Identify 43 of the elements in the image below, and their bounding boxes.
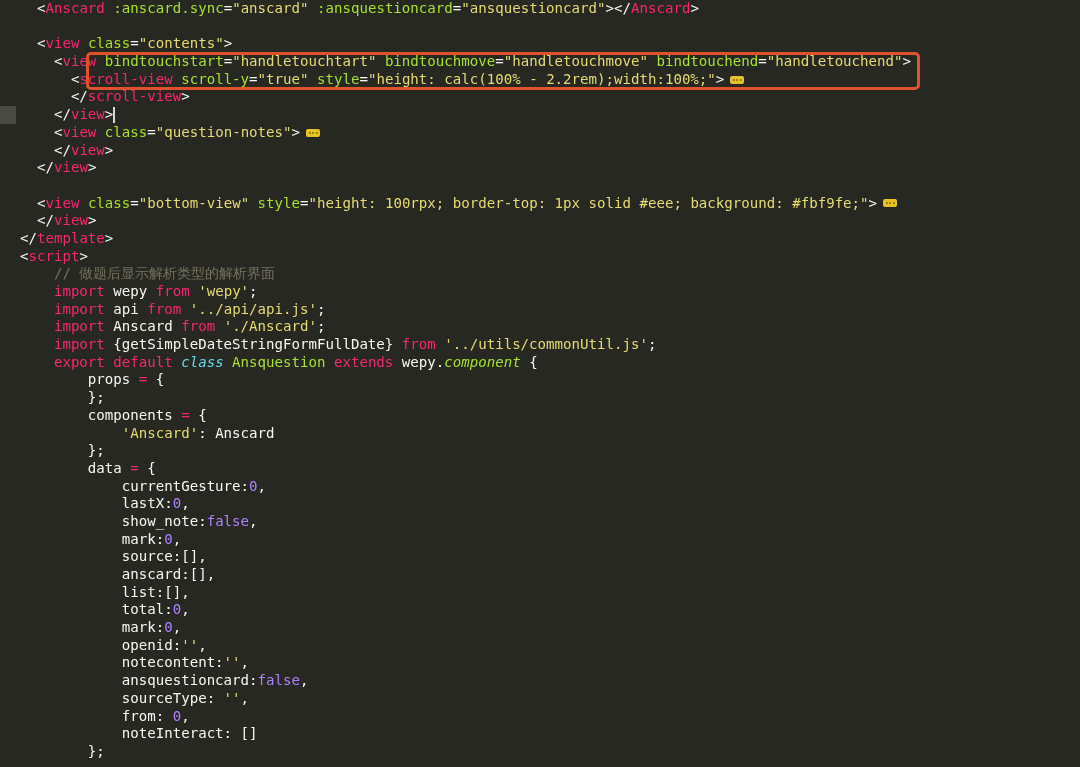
code-line: export default class Ansquestion extends wepy.component { <box>53 353 538 372</box>
code-line: }; <box>87 389 105 407</box>
code-line: </scroll-view> <box>70 88 190 107</box>
code-line: import api from '../api/api.js'; <box>53 300 326 319</box>
code-line: import Anscard from './Anscard'; <box>53 318 326 337</box>
fold-ellipsis-icon[interactable] <box>306 128 321 137</box>
text-cursor <box>113 106 115 123</box>
code-line: show_note:false, <box>121 512 258 531</box>
code-line: <Anscard :anscard.sync="anscard" :ansquestioncard="ansquestioncard"></Anscard> <box>36 0 699 18</box>
code-line: list:[], <box>121 583 190 602</box>
code-line: <script> <box>19 247 88 266</box>
code-line: mark:0, <box>121 619 182 637</box>
code-line: import wepy from 'wepy'; <box>53 283 258 301</box>
code-line: </view> <box>36 159 97 177</box>
code-line: // 做题后显示解析类型的解析界面 <box>53 265 276 283</box>
code-line: source:[], <box>121 548 207 566</box>
code-line: }; <box>87 442 105 460</box>
code-line: <view class="question-notes"> <box>53 123 301 142</box>
code-line: mark:0, <box>121 530 182 549</box>
code-line: </template> <box>19 229 114 248</box>
code-line: currentGesture:0, <box>121 477 267 496</box>
fold-ellipsis-icon[interactable] <box>883 199 898 208</box>
code-line: 'Anscard': Anscard <box>121 424 275 443</box>
code-line: from: 0, <box>121 707 190 726</box>
code-line: }; <box>87 742 105 761</box>
code-line: </view> <box>36 212 97 230</box>
code-line: import {getSimpleDateStringFormFullDate} from '../utils/commonUtil.js'; <box>53 336 657 354</box>
code-line: components = { <box>87 406 207 425</box>
code-line: </view> <box>53 106 114 124</box>
code-line: notecontent:'', <box>121 654 250 673</box>
fold-ellipsis-icon[interactable] <box>730 75 745 84</box>
code-line: ansquestioncard:false, <box>121 672 309 690</box>
code-line: anscard:[], <box>121 566 216 584</box>
code-line: total:0, <box>121 601 190 620</box>
code-line: data = { <box>87 459 156 478</box>
code-line: <view class="bottom-view" style="height: 100rpx; border-top: 1px solid #eee; background: #fbf9fe;"> <box>36 194 878 213</box>
code-line: openid:'', <box>121 636 207 655</box>
code-line: sourceType: '', <box>121 689 250 708</box>
code-line: </view> <box>53 141 114 160</box>
code-line: props = { <box>87 371 165 390</box>
code-line: noteInteract: [] <box>121 725 258 743</box>
code-line: lastX:0, <box>121 495 190 513</box>
code-line: <view class="contents"> <box>36 35 233 54</box>
